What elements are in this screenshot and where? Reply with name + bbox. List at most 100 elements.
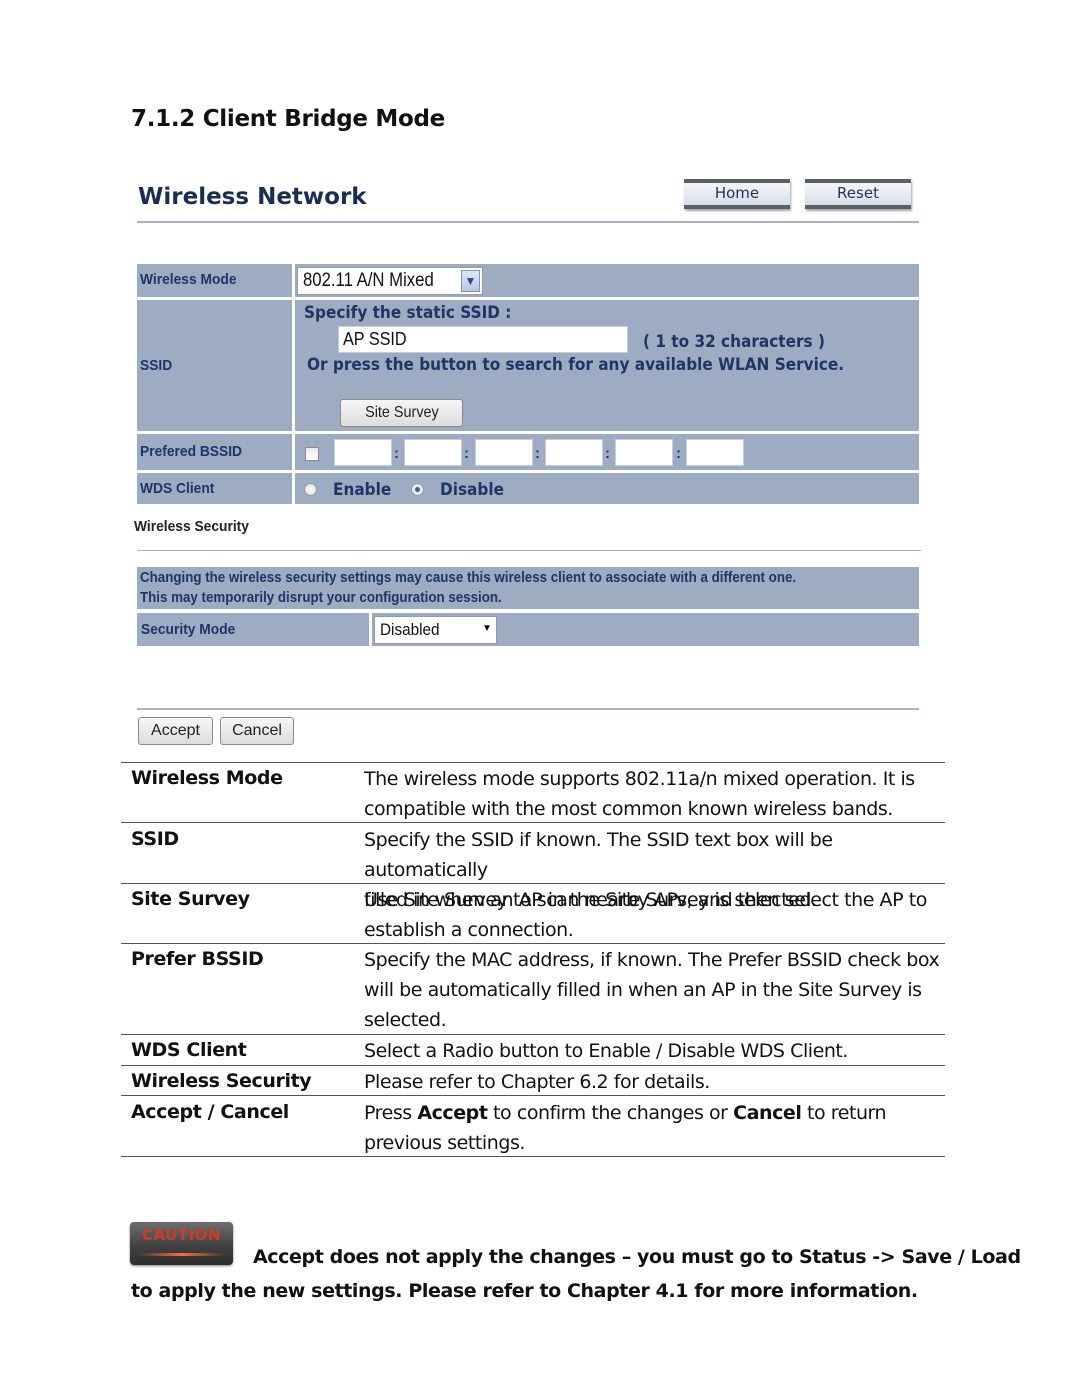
security-mode-label: Security Mode	[141, 621, 236, 638]
wds-client-label: WDS Client	[140, 480, 215, 497]
security-mode-value-cell: Disabled ▼	[372, 613, 919, 646]
desc-line: Select a Radio button to Enable / Disabl…	[364, 1040, 849, 1062]
bssid-label-cell: Prefered BSSID	[137, 434, 292, 470]
desc-val-prefer-bssid: Specify the MAC address, if known. The P…	[364, 945, 944, 1035]
desc-line: previous settings.	[364, 1132, 525, 1154]
ssid-label-cell: SSID	[137, 300, 292, 431]
desc-line: Specify the MAC address, if known. The P…	[364, 949, 940, 971]
wireless-mode-value-cell: 802.11 A/N Mixed ▼	[295, 264, 919, 297]
chevron-down-icon[interactable]: ▼	[461, 270, 480, 292]
table-rule	[121, 822, 945, 823]
desc-line: selected.	[364, 1009, 447, 1031]
wireless-mode-select[interactable]: 802.11 A/N Mixed	[297, 267, 483, 295]
cancel-button[interactable]: Cancel	[220, 717, 294, 745]
bssid-separator: :	[605, 445, 610, 462]
desc-text: Press	[364, 1102, 418, 1124]
bssid-octet-1[interactable]	[334, 439, 392, 466]
bssid-octet-4[interactable]	[545, 439, 603, 466]
wds-disable-radio[interactable]	[411, 483, 424, 496]
desc-line: Please refer to Chapter 6.2 for details.	[364, 1071, 710, 1093]
bssid-value-cell: : : : : :	[295, 434, 919, 470]
ssid-specify-text: Specify the static SSID :	[304, 303, 512, 323]
desc-text: to confirm the changes or	[487, 1102, 734, 1124]
bssid-octet-5[interactable]	[615, 439, 673, 466]
ssid-or-text: Or press the button to search for any av…	[307, 355, 845, 375]
ssid-value-cell: Specify the static SSID : AP SSID ( 1 to…	[295, 300, 919, 431]
table-rule	[121, 1065, 945, 1066]
home-button[interactable]: Home	[684, 179, 790, 209]
site-survey-button[interactable]: Site Survey	[340, 399, 463, 427]
panel-title: Wireless Network	[138, 184, 367, 210]
caution-badge-text: CAUTION	[142, 1226, 221, 1244]
desc-val-accept-cancel: Press Accept to confirm the changes or C…	[364, 1098, 944, 1158]
table-rule	[121, 943, 945, 944]
table-rule	[121, 1034, 945, 1035]
desc-val-wireless-security: Please refer to Chapter 6.2 for details.	[364, 1067, 944, 1097]
wds-enable-label: Enable	[333, 480, 392, 500]
security-mode-select[interactable]: Disabled	[374, 616, 497, 644]
desc-key-accept-cancel: Accept / Cancel	[131, 1101, 289, 1123]
accept-button-label: Accept	[151, 722, 200, 739]
desc-text: to return	[801, 1102, 887, 1124]
wireless-mode-selected: 802.11 A/N Mixed	[303, 270, 434, 291]
wds-value-cell: Enable Disable	[295, 473, 919, 504]
desc-line: The wireless mode supports 802.11a/n mix…	[364, 768, 915, 790]
desc-line: Press Accept to confirm the changes or C…	[364, 1098, 944, 1128]
desc-key-ssid: SSID	[131, 828, 179, 850]
table-rule	[121, 1156, 945, 1157]
caution-glow-bar	[138, 1253, 225, 1256]
dropdown-arrow-icon[interactable]: ▼	[482, 623, 492, 634]
wireless-security-heading: Wireless Security	[134, 518, 249, 535]
site-survey-button-label: Site Survey	[364, 404, 439, 421]
ssid-length-hint: ( 1 to 32 characters )	[643, 332, 825, 352]
caution-icon: CAUTION	[130, 1222, 233, 1265]
ssid-input-value: AP SSID	[343, 329, 407, 349]
bssid-octet-6[interactable]	[686, 439, 744, 466]
ssid-input[interactable]: AP SSID	[338, 326, 628, 353]
desc-bold-accept: Accept	[417, 1102, 488, 1124]
table-rule	[121, 1095, 945, 1096]
security-warning-line1: Changing the wireless security settings …	[140, 570, 797, 586]
prefer-bssid-checkbox[interactable]	[305, 447, 319, 461]
security-divider	[137, 550, 921, 551]
wireless-mode-label: Wireless Mode	[140, 271, 237, 288]
desc-line: will be automatically filled in when an …	[364, 979, 922, 1001]
desc-bold-cancel: Cancel	[733, 1102, 802, 1124]
bssid-label: Prefered BSSID	[140, 443, 243, 460]
security-mode-label-cell: Security Mode	[137, 613, 369, 646]
wds-enable-radio[interactable]	[304, 483, 317, 496]
bssid-octet-3[interactable]	[475, 439, 533, 466]
wireless-mode-label-cell: Wireless Mode	[137, 264, 292, 297]
header-divider	[137, 221, 919, 223]
desc-line: establish a connection.	[364, 919, 574, 941]
cancel-button-label: Cancel	[232, 722, 282, 739]
reset-button[interactable]: Reset	[805, 179, 911, 209]
desc-key-wireless-security: Wireless Security	[131, 1070, 312, 1092]
ssid-label: SSID	[140, 357, 173, 374]
wds-disable-label: Disable	[440, 480, 504, 500]
desc-val-site-survey: Use Site Survey to scan nearby APs, and …	[364, 885, 944, 945]
desc-key-site-survey: Site Survey	[131, 888, 250, 910]
bssid-separator: :	[535, 445, 540, 462]
desc-line: compatible with the most common known wi…	[364, 798, 893, 820]
table-rule	[121, 883, 945, 884]
accept-button[interactable]: Accept	[138, 717, 213, 745]
bssid-separator: :	[394, 445, 399, 462]
table-rule	[121, 762, 945, 763]
caution-line2: to apply the new settings. Please refer …	[131, 1280, 918, 1302]
desc-key-wds-client: WDS Client	[131, 1039, 247, 1061]
security-warning-line2: This may temporarily disrupt your config…	[140, 590, 502, 606]
desc-val-wireless-mode: The wireless mode supports 802.11a/n mix…	[364, 764, 944, 824]
desc-line: Use Site Survey to scan nearby APs, and …	[364, 889, 927, 911]
caution-line1: Accept does not apply the changes – you …	[253, 1246, 1021, 1268]
desc-key-wireless-mode: Wireless Mode	[131, 767, 283, 789]
security-mode-selected: Disabled	[380, 620, 440, 639]
section-heading: 7.1.2 Client Bridge Mode	[131, 106, 445, 132]
bssid-octet-2[interactable]	[404, 439, 462, 466]
bottom-divider	[137, 708, 919, 710]
security-warning: Changing the wireless security settings …	[137, 567, 919, 609]
wds-label-cell: WDS Client	[137, 473, 292, 504]
desc-val-wds-client: Select a Radio button to Enable / Disabl…	[364, 1036, 944, 1066]
desc-key-prefer-bssid: Prefer BSSID	[131, 948, 264, 970]
bssid-separator: :	[676, 445, 681, 462]
